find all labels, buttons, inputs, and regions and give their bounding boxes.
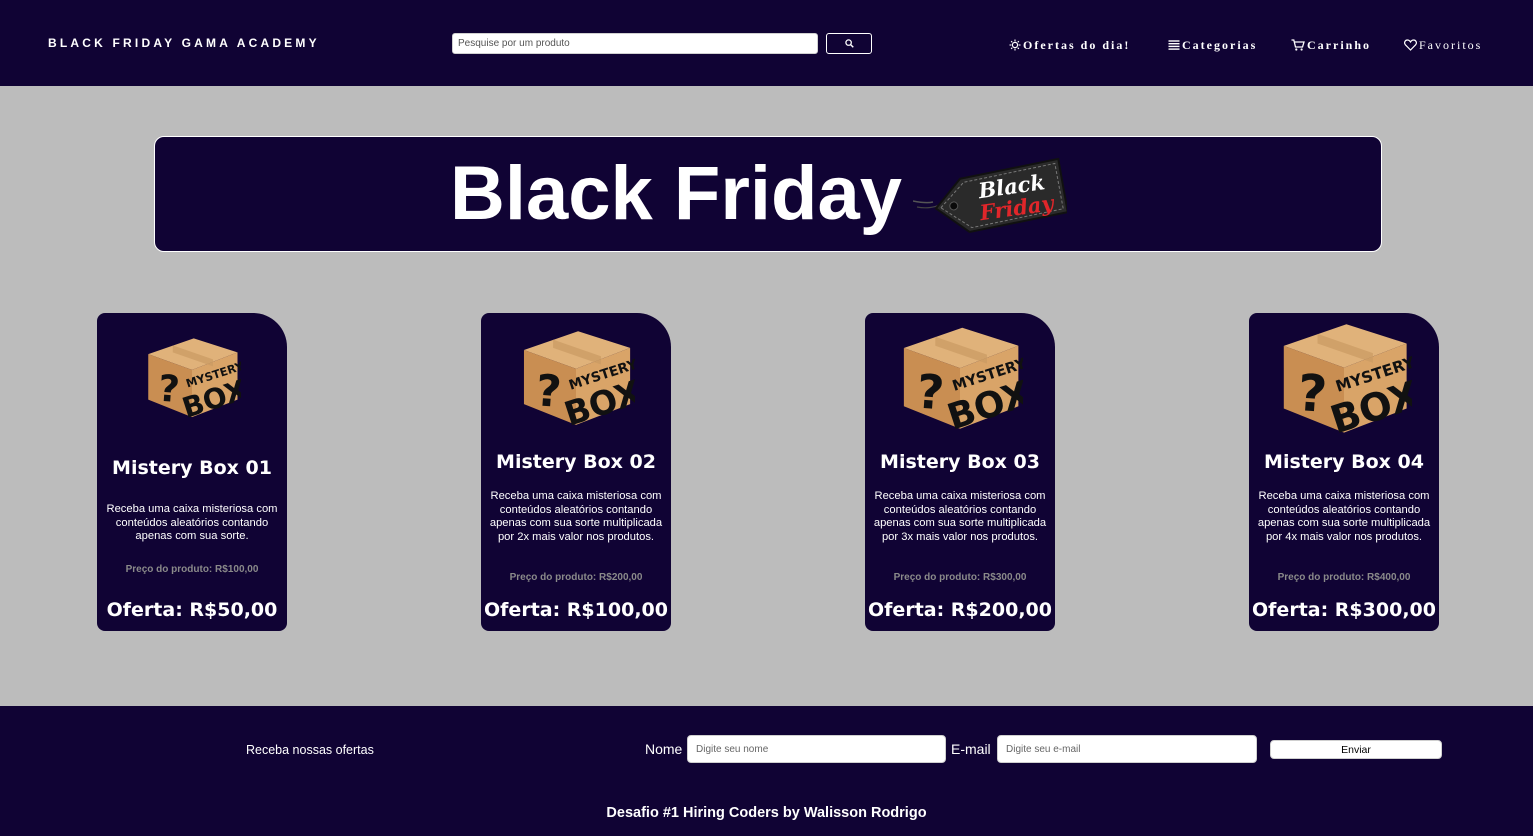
list-icon: [1168, 40, 1180, 50]
nav-carrinho[interactable]: Carrinho: [1291, 37, 1371, 53]
product-card[interactable]: ? MYSTERY BOX Mistery Box 03 Receba uma …: [865, 313, 1055, 631]
nav-favoritos[interactable]: Favoritos: [1404, 37, 1482, 53]
cart-icon: [1291, 39, 1305, 51]
top-navbar: BLACK FRIDAY GAMA ACADEMY Ofertas do dia…: [0, 0, 1533, 86]
product-title: Mistery Box 03: [880, 451, 1040, 473]
product-price: Preço do produto: R$100,00: [125, 564, 259, 575]
mystery-box-image: ? MYSTERY BOX: [897, 321, 1036, 439]
nav-label: Categorias: [1182, 37, 1258, 52]
banner-title: Black Friday: [450, 151, 902, 236]
product-card[interactable]: ? MYSTERY BOX Mistery Box 02 Receba uma …: [481, 313, 671, 631]
product-description: Receba uma caixa misteriosa com conteúdo…: [1257, 490, 1431, 544]
svg-text:?: ?: [1296, 363, 1329, 424]
nav-categorias[interactable]: Categorias: [1168, 37, 1257, 53]
product-description: Receba uma caixa misteriosa com conteúdo…: [873, 490, 1047, 544]
send-button[interactable]: Enviar: [1270, 740, 1442, 759]
nav-label: Ofertas do dia!: [1023, 37, 1131, 52]
product-offer: Oferta: R$100,00: [484, 599, 668, 621]
footer-credit: Desafio #1 Hiring Coders by Walisson Rod…: [606, 805, 927, 821]
svg-text:?: ?: [157, 367, 181, 411]
sun-icon: [1009, 39, 1021, 51]
svg-text:?: ?: [915, 365, 946, 422]
name-field[interactable]: [687, 735, 946, 763]
mystery-box-image: ? MYSTERY BOX: [143, 333, 251, 425]
product-price: Preço do produto: R$300,00: [893, 572, 1027, 583]
mystery-box-image: ? MYSTERY BOX: [517, 325, 646, 434]
product-title: Mistery Box 04: [1264, 451, 1424, 473]
product-price: Preço do produto: R$200,00: [509, 572, 643, 583]
brand-logo-text[interactable]: BLACK FRIDAY GAMA ACADEMY: [48, 36, 320, 50]
search-input[interactable]: [452, 33, 818, 54]
product-title: Mistery Box 02: [496, 451, 656, 473]
email-field[interactable]: [997, 735, 1257, 763]
search-button[interactable]: [826, 33, 872, 54]
product-description: Receba uma caixa misteriosa com conteúdo…: [489, 490, 663, 544]
product-offer: Oferta: R$50,00: [106, 599, 278, 621]
product-title: Mistery Box 01: [112, 457, 272, 479]
nav-label: Carrinho: [1307, 37, 1371, 52]
svg-text:?: ?: [534, 365, 563, 418]
product-card[interactable]: ? MYSTERY BOX Mistery Box 01 Receba uma …: [97, 313, 287, 631]
black-friday-tag-icon: Black Friday: [912, 157, 1069, 242]
nav-label: Favoritos: [1419, 37, 1483, 52]
product-offer: Oferta: R$200,00: [868, 599, 1052, 621]
product-description: Receba uma caixa misteriosa com conteúdo…: [106, 503, 278, 543]
black-friday-banner: Black Friday Black Friday: [154, 136, 1382, 252]
nav-ofertas-do-dia[interactable]: Ofertas do dia!: [1009, 37, 1130, 53]
product-price: Preço do produto: R$400,00: [1277, 572, 1411, 583]
product-card[interactable]: ? MYSTERY BOX Mistery Box 04 Receba uma …: [1249, 313, 1439, 631]
name-label: Nome: [645, 741, 683, 757]
newsletter-label: Receba nossas ofertas: [246, 743, 374, 757]
footer: Receba nossas ofertas Nome E-mail Enviar…: [0, 706, 1533, 836]
product-offer: Oferta: R$300,00: [1252, 599, 1436, 621]
heart-icon: [1404, 39, 1417, 51]
email-label: E-mail: [951, 741, 991, 757]
mystery-box-image: ? MYSTERY BOX: [1276, 317, 1425, 443]
search-icon: [844, 39, 854, 48]
